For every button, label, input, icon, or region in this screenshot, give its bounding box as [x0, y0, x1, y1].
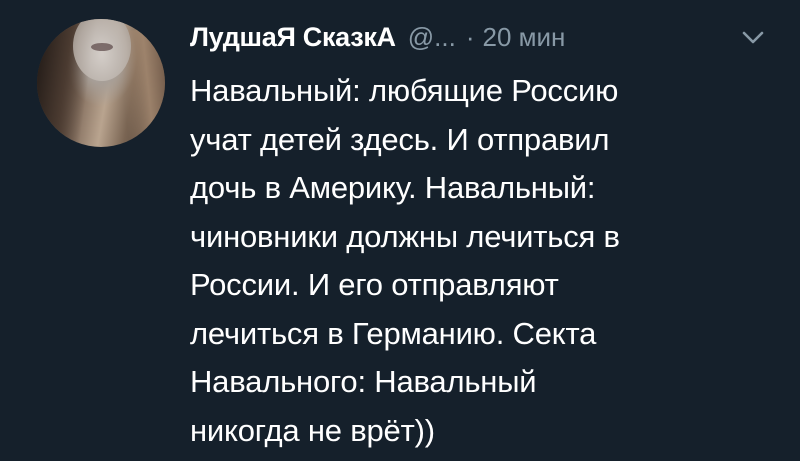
tweet-text-line: дочь в Америку. Навальный:	[190, 170, 596, 205]
author-name[interactable]: ЛудшаЯ СказкА	[190, 22, 396, 53]
tweet-header: ЛудшаЯ СказкА @... · 20 мин	[190, 22, 565, 62]
tweet-text-line: чиновники должны лечиться в	[190, 218, 620, 254]
tweet-timestamp[interactable]: 20 мин	[483, 22, 566, 53]
tweet-text-line: никогда не врёт))	[190, 412, 435, 448]
tweet-text-line: Навального: Навальный	[190, 364, 537, 399]
tweet-text-line: России. И его отправляют	[190, 267, 559, 302]
chevron-down-icon[interactable]	[742, 31, 764, 45]
tweet-text-line: учат детей здесь. И отправил	[190, 121, 610, 157]
separator-dot: ·	[465, 22, 475, 52]
avatar[interactable]	[37, 19, 165, 147]
tweet-text-line: лечиться в Германию. Секта	[190, 315, 597, 351]
tweet-text-line: Навальный: любящие Россию	[190, 73, 619, 108]
tweet-text: Навальный: любящие Россию учат детей зде…	[190, 67, 780, 455]
author-handle[interactable]: @...	[408, 22, 456, 53]
avatar-lips	[91, 43, 113, 51]
tweet[interactable]: ЛудшаЯ СказкА @... · 20 мин Навальный: л…	[0, 0, 800, 461]
